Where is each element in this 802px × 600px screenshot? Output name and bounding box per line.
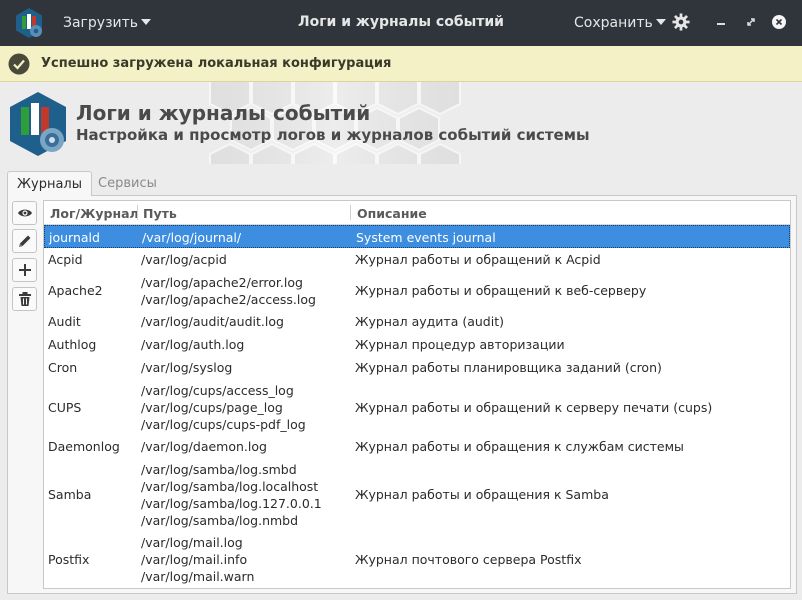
app-logo-large-icon xyxy=(10,92,66,156)
table-row[interactable]: Postfix/var/log/mail.log/var/log/mail.in… xyxy=(44,531,790,587)
edit-button[interactable] xyxy=(12,229,37,253)
check-circle-icon xyxy=(8,53,30,75)
gear-icon[interactable] xyxy=(672,13,690,31)
cell-log-description: Журнал работы и обращения к службам сист… xyxy=(355,439,684,454)
cell-log-name: Postfix xyxy=(48,552,90,567)
table-row[interactable]: Apache2/var/log/apache2/error.log/var/lo… xyxy=(44,271,790,310)
cell-log-path: /var/log/samba/log.localhost xyxy=(141,479,319,494)
dropdown-arrow-icon xyxy=(141,19,152,25)
page-title: Логи и журналы событий xyxy=(76,101,371,125)
cell-log-path: /var/log/apache2/access.log xyxy=(141,292,316,307)
column-header-description[interactable]: Описание xyxy=(357,206,427,221)
cell-log-path: /var/log/cups/cups-pdf_log xyxy=(141,417,306,432)
pencil-icon xyxy=(19,235,31,247)
table-row[interactable]: CUPS/var/log/cups/access_log/var/log/cup… xyxy=(44,379,790,435)
cell-log-path: /var/log/acpid xyxy=(141,252,227,267)
dropdown-arrow-icon xyxy=(655,19,666,25)
cell-log-path: /var/log/apache2/error.log xyxy=(141,275,303,290)
tab-logs[interactable]: Журналы xyxy=(7,171,92,196)
cell-log-name: Samba xyxy=(48,487,92,502)
cell-log-path: /var/log/mail.info xyxy=(141,552,248,567)
column-header-path[interactable]: Путь xyxy=(143,206,177,221)
cell-log-path: /var/log/samba/log.nmbd xyxy=(141,513,299,528)
delete-button[interactable] xyxy=(12,287,37,311)
table-row[interactable]: Cron/var/log/syslog Журнал работы планиро… xyxy=(44,356,790,379)
cell-log-path: /var/log/daemon.log xyxy=(141,439,267,454)
cell-log-description: Журнал почтового сервера Postfix xyxy=(355,552,582,567)
load-label: Загрузить xyxy=(63,15,139,31)
minimize-icon[interactable] xyxy=(714,15,728,29)
add-button[interactable] xyxy=(12,258,37,282)
cell-log-description: Журнал работы и обращений к Acpid xyxy=(355,252,601,267)
eye-icon xyxy=(18,209,32,217)
cell-log-name: Authlog xyxy=(48,337,97,352)
cell-log-name: Cron xyxy=(48,360,78,375)
cell-log-path: /var/log/journal/ xyxy=(142,230,242,245)
logs-table: Лог/Журнал Путь Описание journald/var/lo… xyxy=(43,200,791,589)
table-row[interactable]: Acpid/var/log/acpid Журнал работы и обращ… xyxy=(44,248,790,271)
page-subtitle: Настройка и просмотр логов и журналов со… xyxy=(76,126,590,144)
cell-log-path: /var/log/auth.log xyxy=(141,337,245,352)
cell-log-description: Журнал работы и обращений к веб-серверу xyxy=(355,283,647,298)
table-row[interactable]: Authlog/var/log/auth.log Журнал процедур … xyxy=(44,333,790,356)
table-header: Лог/Журнал Путь Описание xyxy=(44,201,790,225)
table-row[interactable]: Audit/var/log/audit/audit.log Журнал ауди… xyxy=(44,310,790,333)
cell-log-name: CUPS xyxy=(48,400,82,415)
close-icon[interactable] xyxy=(772,15,786,29)
table-row[interactable]: journald/var/log/journal/System events j… xyxy=(44,225,790,248)
column-separator[interactable] xyxy=(137,205,138,220)
page-header: Логи и журналы событий Настройка и просм… xyxy=(0,82,802,164)
cell-log-path: /var/log/mail.log xyxy=(141,535,243,550)
cell-log-description: Журнал работы и обращений к серверу печа… xyxy=(355,400,713,415)
plus-icon xyxy=(19,264,31,276)
success-infobar: Успешно загружена локальная конфигурация xyxy=(0,46,802,82)
tab-services[interactable]: Сервисы xyxy=(89,171,166,196)
column-separator[interactable] xyxy=(350,205,351,220)
cell-log-name: Daemonlog xyxy=(48,439,120,454)
cell-log-description: Журнал работы и обращения к Samba xyxy=(355,487,609,502)
cell-log-path: /var/log/samba/log.smbd xyxy=(141,462,297,477)
save-menu-button[interactable]: Сохранить xyxy=(574,15,666,31)
cell-log-path: /var/log/mail.warn xyxy=(141,569,255,584)
cell-log-path: /var/log/cups/page_log xyxy=(141,400,283,415)
cell-log-path: /var/log/audit/audit.log xyxy=(141,314,284,329)
cell-log-name: journald xyxy=(49,230,100,245)
cell-log-description: Журнал аудита (audit) xyxy=(355,314,504,329)
cell-log-description: Журнал процедур авторизации xyxy=(355,337,565,352)
save-label: Сохранить xyxy=(574,15,653,31)
cell-log-path: /var/log/samba/log.127.0.0.1 xyxy=(141,496,322,511)
cell-log-description: System events journal xyxy=(356,230,496,245)
table-row[interactable]: Samba/var/log/samba/log.smbd/var/log/sam… xyxy=(44,458,790,531)
titlebar: Загрузить Логи и журналы событий Сохрани… xyxy=(0,0,802,46)
app-logo-icon xyxy=(16,8,42,38)
cell-log-path: /var/log/syslog xyxy=(141,360,233,375)
cell-log-description: Журнал работы планировщика заданий (cron… xyxy=(355,360,662,375)
cell-log-name: Acpid xyxy=(48,252,83,267)
column-header-log[interactable]: Лог/Журнал xyxy=(50,206,139,221)
load-menu-button[interactable]: Загрузить xyxy=(63,15,152,31)
cell-log-name: Audit xyxy=(48,314,81,329)
cell-log-name: Apache2 xyxy=(48,283,103,298)
cell-log-path: /var/log/cups/access_log xyxy=(141,383,294,398)
maximize-icon[interactable] xyxy=(744,15,758,29)
trash-icon xyxy=(19,292,31,306)
view-button[interactable] xyxy=(12,201,37,225)
table-row[interactable]: Daemonlog/var/log/daemon.log Журнал работ… xyxy=(44,435,790,458)
infobar-message: Успешно загружена локальная конфигурация xyxy=(41,56,392,71)
